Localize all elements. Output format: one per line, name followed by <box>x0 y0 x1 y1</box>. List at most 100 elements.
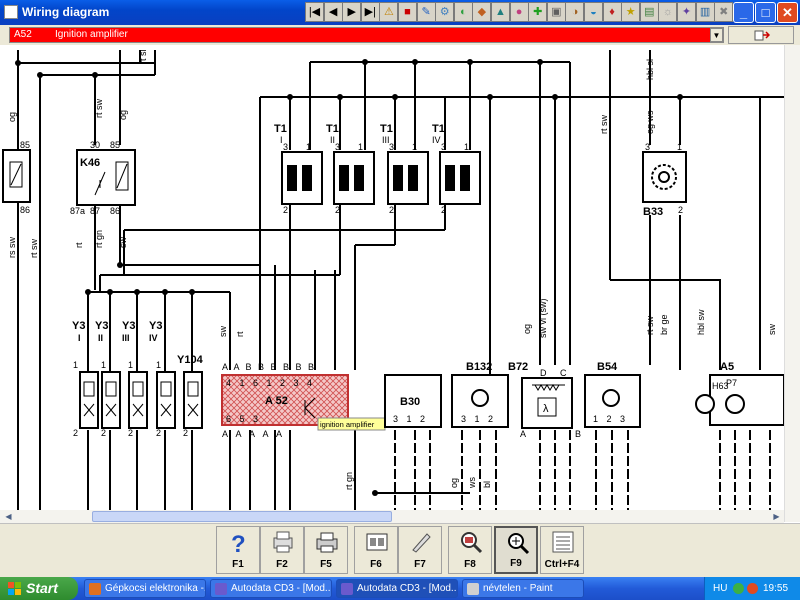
wire-label: sw <box>767 324 777 336</box>
tool-i-icon[interactable]: ◑ <box>565 2 585 22</box>
y3-label: Y3 <box>95 320 108 332</box>
tool-q-icon[interactable]: ✖ <box>714 2 734 22</box>
print-icon <box>316 532 338 553</box>
fkey-f2-button[interactable]: F2 <box>260 526 304 574</box>
first-icon[interactable]: |◀ <box>305 2 324 22</box>
fkey-ctrl-f4-button[interactable]: Ctrl+F4 <box>540 526 584 574</box>
pin-label: 1 <box>464 142 469 152</box>
p7-label: P7 <box>726 378 737 388</box>
pin-label: 2 <box>128 428 133 438</box>
a52-bottom-pins: 6 5 3 <box>226 414 258 424</box>
pen-icon <box>412 533 431 553</box>
taskbar-item[interactable]: névtelen - Paint <box>462 579 584 598</box>
next-icon[interactable]: ▶ <box>342 2 362 22</box>
task-label: Gépkocsi elektronika -... <box>105 583 206 594</box>
language-indicator[interactable]: HU <box>713 583 727 594</box>
tool-h-icon[interactable]: ▣ <box>546 2 566 22</box>
tool-p-icon[interactable]: ▥ <box>695 2 715 22</box>
fkey-f6-button[interactable]: F6 <box>354 526 398 574</box>
tool-j-icon[interactable]: ◒ <box>584 2 603 22</box>
wire-label: rs sw <box>7 237 17 258</box>
wire-label: hbl sw <box>696 309 706 335</box>
wire-label: rt sl <box>138 50 148 65</box>
lambda-sensor-b72[interactable]: B72 D C λ A B <box>508 361 581 510</box>
scroll-left-icon[interactable]: ◀ <box>2 511 15 523</box>
tooltip-text: ignition amplifier <box>320 420 375 429</box>
clock: 19:55 <box>763 583 789 594</box>
pin-label: 85 <box>110 140 120 150</box>
pin-label: 2 <box>389 205 394 215</box>
last-icon[interactable]: ▶| <box>360 2 380 22</box>
tool-c-icon[interactable]: ◐ <box>453 2 473 22</box>
fkey-f5-button[interactable]: F5 <box>304 526 348 574</box>
injector-y3-iv[interactable]: Y3 IV 1 2 <box>149 320 176 438</box>
component-dropdown[interactable]: A52 Ignition amplifier <box>9 27 724 43</box>
network-icon[interactable] <box>733 583 744 594</box>
coil-t1-iv[interactable]: T1 IV 3 1 2 <box>432 123 481 215</box>
task-label: névtelen - Paint <box>483 583 553 594</box>
fkey-f8-button[interactable]: F8 <box>448 526 492 574</box>
relay-k46[interactable]: K46 30 85 87a 87 86 <box>70 140 136 216</box>
tool-n-icon[interactable]: ☼ <box>658 2 678 22</box>
wire-label: og <box>522 324 532 334</box>
injector-y3-iii[interactable]: Y3 III 1 2 <box>122 320 148 438</box>
pin-label: 87 <box>90 206 100 216</box>
injector-y3-i[interactable]: Y3 I 1 2 <box>72 320 99 438</box>
tool-k-icon[interactable]: ♦ <box>602 2 622 22</box>
minimize-button[interactable]: _ <box>733 2 754 23</box>
tool-d-icon[interactable]: ◆ <box>472 2 492 22</box>
coil-t1-i[interactable]: T1 I 3 1 2 <box>274 123 323 215</box>
wire-label: og <box>7 112 17 122</box>
dropdown-arrow-icon[interactable]: ▼ <box>710 28 723 42</box>
task-label: Autodata CD3 - [Mod... <box>231 583 332 594</box>
tool-o-icon[interactable]: ✦ <box>677 2 696 22</box>
taskbar-item[interactable]: Gépkocsi elektronika -... <box>84 579 206 598</box>
sensor-b30[interactable]: B30 3 1 2 <box>384 374 442 510</box>
scroll-right-icon[interactable]: ▶ <box>770 511 783 523</box>
maximize-button[interactable]: □ <box>755 2 776 23</box>
coil-t1-iii[interactable]: T1 III 3 1 2 <box>380 123 429 215</box>
tool-e-icon[interactable]: ▲ <box>491 2 510 22</box>
close-button[interactable]: ✕ <box>777 2 798 23</box>
y104-label: Y104 <box>177 354 204 366</box>
valve-y104[interactable]: Y104 2 <box>177 354 204 438</box>
tool-b-icon[interactable]: ⚙ <box>435 2 455 22</box>
y3-label: Y3 <box>149 320 162 332</box>
vertical-scrollbar[interactable] <box>784 45 800 522</box>
pin-label: 86 <box>20 205 30 215</box>
t1-label: T1 <box>380 123 393 135</box>
fkey-label: F2 <box>276 559 288 570</box>
taskbar-item-active[interactable]: Autodata CD3 - [Mod... <box>336 579 458 598</box>
wire-label: rt sw <box>599 115 609 134</box>
component-code: A52 <box>14 29 32 40</box>
y3-sub: II <box>98 333 103 343</box>
tool-g-icon[interactable]: ✚ <box>528 2 548 22</box>
sensor-b132[interactable]: B132 3 1 2 <box>451 361 509 510</box>
fkey-f7-button[interactable]: F7 <box>398 526 442 574</box>
tool-a-icon[interactable]: ✎ <box>416 2 436 22</box>
taskbar-item[interactable]: Autodata CD3 - [Mod... <box>210 579 332 598</box>
pin-label: 1 <box>73 360 78 370</box>
tool-m-icon[interactable]: ▤ <box>639 2 659 22</box>
fkey-f9-button[interactable]: F9 <box>494 526 538 574</box>
scroll-thumb[interactable] <box>92 511 392 522</box>
start-button[interactable]: Start <box>0 577 78 600</box>
fkey-f1-button[interactable]: ? F1 <box>216 526 260 574</box>
coil-t1-ii[interactable]: T1 II 3 1 2 <box>326 123 375 215</box>
instrument-cluster-a5[interactable]: A5 H63 P7 <box>695 361 784 510</box>
paint-icon <box>467 583 479 595</box>
sensor-b33[interactable]: B33 3 1 2 <box>642 142 687 218</box>
warning-icon[interactable]: ⚠ <box>379 2 399 22</box>
security-icon[interactable] <box>747 583 758 594</box>
prev-icon[interactable]: ◀ <box>323 2 343 22</box>
tool-l-icon[interactable]: ★ <box>621 2 641 22</box>
pin-label: 3 <box>441 142 446 152</box>
tool-f-icon[interactable]: ● <box>509 2 529 22</box>
book-icon[interactable]: ■ <box>398 2 417 22</box>
start-label: Start <box>26 580 58 596</box>
sensor-b54[interactable]: B54 1 2 3 <box>584 361 641 510</box>
wiring-diagram-canvas[interactable]: 85 86 K46 30 85 87a 87 86 T1 I 3 1 2 T1 … <box>0 45 784 510</box>
y3-label: Y3 <box>122 320 135 332</box>
left-relay[interactable]: 85 86 <box>2 140 31 215</box>
export-button[interactable] <box>728 26 794 44</box>
